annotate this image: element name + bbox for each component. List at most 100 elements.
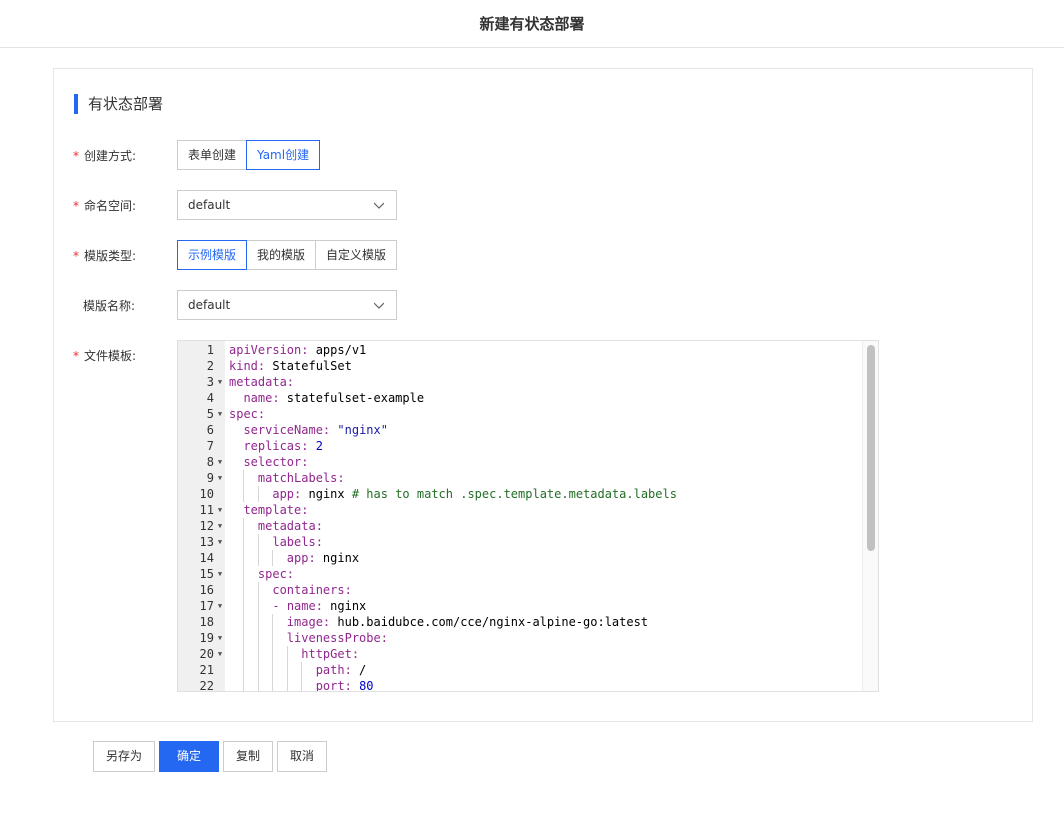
line-number: 7 [206, 439, 214, 453]
code-line: 15 ▼ spec: [178, 566, 864, 582]
page-title: 新建有状态部署 [479, 15, 585, 33]
line-number: 10 [199, 487, 214, 501]
create-method-label: * 创建方式: [73, 149, 137, 163]
editor-scrollbar-thumb[interactable] [867, 345, 875, 551]
code-line: 2 kind: StatefulSet [178, 358, 864, 374]
line-number: 20 [199, 647, 214, 661]
sample-template-button[interactable]: 示例模版 [177, 240, 248, 270]
line-number: 13 [199, 535, 214, 549]
save-as-button[interactable]: 另存为 [93, 741, 156, 772]
file-template-label: * 文件模板: [73, 349, 137, 363]
code-line: 5 ▼ spec: [178, 406, 864, 422]
code-line: 10 app: nginx # has to match .spec.templ… [178, 486, 864, 502]
namespace-value: default [188, 198, 231, 212]
namespace-select[interactable]: default [177, 190, 397, 220]
form-create-button[interactable]: 表单创建 [177, 140, 248, 170]
code-line: 3 ▼ metadata: [178, 374, 864, 390]
code-text: metadata: [229, 375, 295, 389]
chevron-down-icon [374, 302, 384, 309]
confirm-button[interactable]: 确定 [159, 741, 220, 772]
code-text: port: 80 [315, 679, 374, 692]
yaml-editor[interactable]: 1 apiVersion: apps/v1 2 kind: StatefulSet 3 ▼… [177, 340, 879, 692]
code-text: httpGet: [301, 647, 360, 661]
code-text: serviceName: "nginx" [243, 423, 388, 437]
code-text: app: nginx [286, 551, 360, 565]
code-text: livenessProbe: [286, 631, 388, 645]
line-number: 16 [199, 583, 214, 597]
code-text: image: hub.baidubce.com/cce/nginx-alpine… [286, 615, 649, 629]
code-line: 11 ▼ template: [178, 502, 864, 518]
chevron-down-icon [374, 202, 384, 209]
footer-actions: 另存为 确定 复制 取消 [93, 741, 328, 772]
template-type-label: * 模版类型: [73, 249, 137, 263]
fold-arrow-icon[interactable]: ▼ [215, 646, 225, 662]
line-number: 18 [199, 615, 214, 629]
code-text: metadata: [257, 519, 323, 533]
code-line: 8 ▼ selector: [178, 454, 864, 470]
code-text: spec: [229, 407, 266, 421]
page-header: 新建有状态部署 [0, 0, 1064, 48]
code-line: 21 path: / [178, 662, 864, 678]
fold-arrow-icon[interactable]: ▼ [215, 374, 225, 390]
code-text: replicas: 2 [243, 439, 323, 453]
line-number: 19 [199, 631, 214, 645]
required-mark: * [73, 149, 79, 163]
code-line: 17 ▼ - name: nginx [178, 598, 864, 614]
code-line: 14 app: nginx [178, 550, 864, 566]
template-name-value: default [188, 298, 231, 312]
template-name-select[interactable]: default [177, 290, 397, 320]
code-line: 19 ▼ livenessProbe: [178, 630, 864, 646]
fold-arrow-icon[interactable]: ▼ [215, 518, 225, 534]
line-number: 8 [206, 455, 214, 469]
code-line: 4 name: statefulset-example [178, 390, 864, 406]
yaml-create-button[interactable]: Yaml创建 [246, 140, 321, 170]
editor-scrollbar[interactable] [862, 341, 878, 691]
code-line: 12 ▼ metadata: [178, 518, 864, 534]
code-text: matchLabels: [257, 471, 345, 485]
code-line: 22 port: 80 [178, 678, 864, 692]
fold-arrow-icon[interactable]: ▼ [215, 470, 225, 486]
code-text: template: [243, 503, 309, 517]
code-line: 20 ▼ httpGet: [178, 646, 864, 662]
code-text: - name: nginx [272, 599, 367, 613]
code-line: 9 ▼ matchLabels: [178, 470, 864, 486]
fold-arrow-icon[interactable]: ▼ [215, 630, 225, 646]
code-line: 6 serviceName: "nginx" [178, 422, 864, 438]
line-number: 6 [206, 423, 214, 437]
code-area[interactable]: 1 apiVersion: apps/v1 2 kind: StatefulSet 3 ▼… [178, 342, 864, 692]
line-number: 2 [206, 359, 214, 373]
cancel-button[interactable]: 取消 [277, 741, 328, 772]
fold-arrow-icon[interactable]: ▼ [215, 534, 225, 550]
my-template-button[interactable]: 我的模版 [246, 240, 317, 270]
code-text: apiVersion: apps/v1 [229, 343, 367, 357]
line-number: 9 [206, 471, 214, 485]
fold-arrow-icon[interactable]: ▼ [215, 598, 225, 614]
code-text: selector: [243, 455, 309, 469]
line-number: 11 [199, 503, 214, 517]
fold-arrow-icon[interactable]: ▼ [215, 566, 225, 582]
code-text: containers: [272, 583, 352, 597]
code-line: 1 apiVersion: apps/v1 [178, 342, 864, 358]
copy-button[interactable]: 复制 [223, 741, 274, 772]
create-method-group: 表单创建 Yaml创建 [177, 140, 321, 170]
fold-arrow-icon[interactable]: ▼ [215, 502, 225, 518]
custom-template-button[interactable]: 自定义模版 [315, 240, 398, 270]
code-line: 18 image: hub.baidubce.com/cce/nginx-alp… [178, 614, 864, 630]
code-text: path: / [315, 663, 367, 677]
line-number: 1 [206, 343, 214, 357]
code-text: kind: StatefulSet [229, 359, 352, 373]
form-panel: 有状态部署 * 创建方式: 表单创建 Yaml创建 * 命名空间: default … [53, 68, 1033, 722]
required-mark: * [73, 199, 79, 213]
line-number: 17 [199, 599, 214, 613]
line-number: 15 [199, 567, 214, 581]
section-title: 有状态部署 [74, 94, 163, 114]
code-text: name: statefulset-example [243, 391, 425, 405]
line-number: 21 [199, 663, 214, 677]
code-text: labels: [272, 535, 323, 549]
line-number: 4 [206, 391, 214, 405]
required-mark: * [73, 249, 79, 263]
fold-arrow-icon[interactable]: ▼ [215, 406, 225, 422]
line-number: 12 [199, 519, 214, 533]
template-type-group: 示例模版 我的模版 自定义模版 [177, 240, 398, 270]
fold-arrow-icon[interactable]: ▼ [215, 454, 225, 470]
